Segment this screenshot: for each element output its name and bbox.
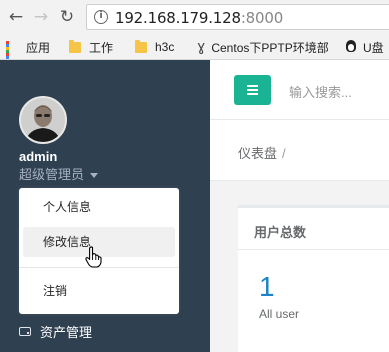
address-bar[interactable]: i 192.168.179.128:8000: [86, 4, 389, 30]
bookmark-label: h3c: [155, 40, 175, 54]
menu-item-logout[interactable]: 注销: [23, 276, 175, 306]
v-logo-icon: ɣ: [197, 39, 206, 55]
breadcrumb-separator: /: [282, 146, 286, 161]
caret-down-icon: [90, 173, 99, 179]
search-input[interactable]: 输入搜索...: [289, 82, 352, 101]
back-arrow-icon[interactable]: ←: [6, 7, 26, 27]
bookmark-apps[interactable]: 应用: [6, 38, 51, 59]
url-host: 192.168.179.128: [115, 9, 241, 27]
menu-item-profile[interactable]: 个人信息: [23, 192, 175, 222]
bookmark-h3c[interactable]: h3c: [135, 38, 174, 56]
hdd-icon: [19, 327, 31, 336]
card-value: 1: [259, 271, 275, 302]
folder-icon: [69, 39, 81, 53]
top-header: 输入搜索...: [210, 60, 389, 120]
apps-icon: [6, 41, 18, 59]
bookmark-centos[interactable]: ɣ Centos下PPTP环境部: [197, 38, 329, 56]
role-dropdown-toggle[interactable]: 超级管理员: [19, 164, 99, 183]
user-count-card: 用户总数 1 All user: [238, 205, 389, 352]
main-content: 仪表盘 / 用户总数 1 All user: [210, 121, 389, 352]
sidebar-item-label: 资产管理: [40, 325, 93, 340]
breadcrumb-current[interactable]: 仪表盘: [238, 146, 277, 161]
folder-icon: [135, 39, 147, 53]
bookmark-label: U盘: [363, 40, 384, 55]
reload-icon[interactable]: ↻: [57, 7, 77, 27]
role-label: 超级管理员: [19, 167, 85, 182]
bookmark-work[interactable]: 工作: [69, 38, 113, 56]
info-icon[interactable]: i: [94, 10, 108, 24]
url-text: 192.168.179.128:8000: [115, 9, 283, 27]
bookmarks-bar: 应用 工作 h3c ɣ Centos下PPTP环境部 U盘: [0, 34, 389, 60]
card-divider: [238, 249, 389, 250]
browser-toolbar: ← → ↻ i 192.168.179.128:8000: [0, 0, 389, 34]
avatar[interactable]: [19, 96, 67, 144]
username[interactable]: admin: [19, 149, 57, 164]
hand-cursor-icon: [85, 246, 102, 268]
bookmark-label: 工作: [89, 40, 114, 55]
breadcrumb-bar: 仪表盘 /: [210, 121, 389, 181]
bookmark-label: Centos下PPTP环境部: [211, 40, 329, 55]
bookmark-usb[interactable]: U盘: [345, 38, 384, 56]
url-port: :8000: [240, 9, 284, 27]
forward-arrow-icon[interactable]: →: [31, 7, 51, 27]
card-subtitle: All user: [259, 307, 300, 321]
sidebar-item-assets[interactable]: 资产管理: [19, 322, 92, 341]
menu-toggle-button[interactable]: [234, 75, 271, 105]
breadcrumb: 仪表盘 /: [238, 143, 286, 162]
tux-icon: [345, 40, 357, 54]
card-title: 用户总数: [254, 225, 307, 240]
bookmark-label: 应用: [26, 40, 51, 55]
